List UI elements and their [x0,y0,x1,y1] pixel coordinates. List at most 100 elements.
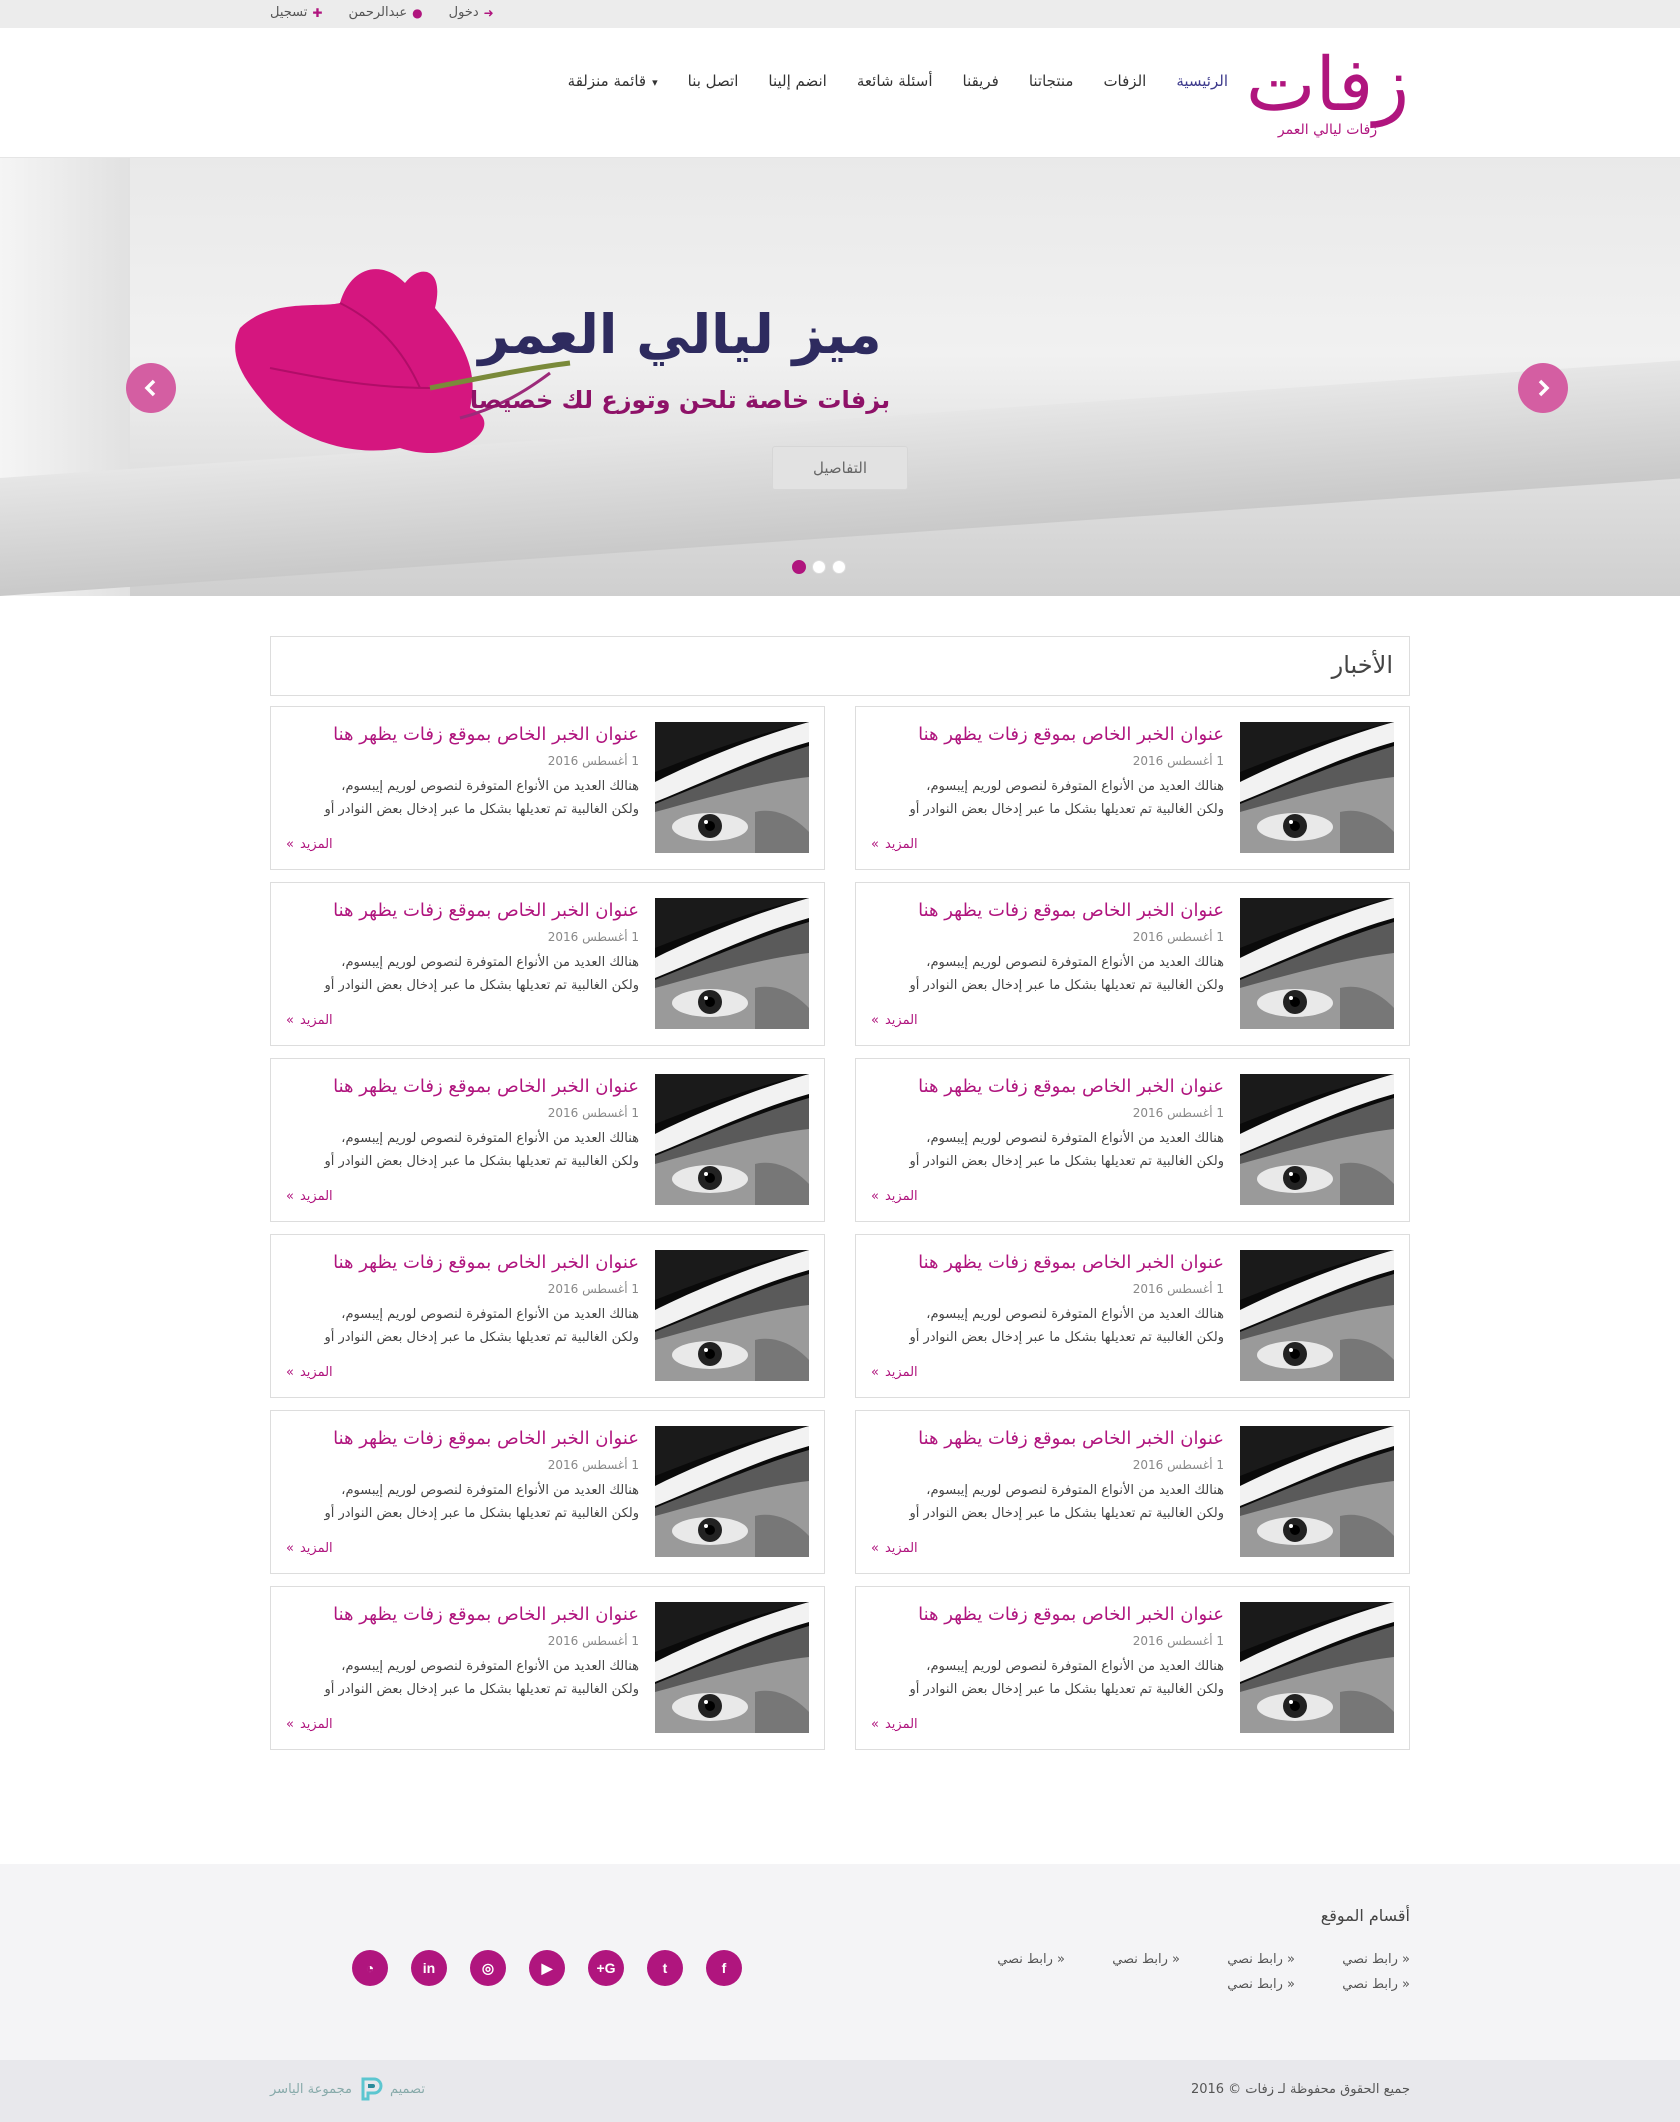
news-thumbnail[interactable] [655,898,809,1029]
news-thumbnail[interactable] [655,1074,809,1205]
news-more-link[interactable]: المزيد » [871,1541,918,1556]
news-card[interactable]: عنوان الخبر الخاص بموقع زفات يظهر هنا 1 أ… [855,1234,1410,1398]
news-card[interactable]: عنوان الخبر الخاص بموقع زفات يظهر هنا 1 أ… [855,1586,1410,1750]
news-more-link[interactable]: المزيد » [871,1717,918,1732]
news-thumbnail[interactable] [1240,1250,1394,1381]
slider-dot-active[interactable] [792,560,806,574]
nav-dropdown[interactable]: قائمة منزلقة [568,72,658,90]
news-card[interactable]: عنوان الخبر الخاص بموقع زفات يظهر هنا 1 أ… [855,1058,1410,1222]
slider-prev-button[interactable] [126,363,176,413]
footer-link[interactable]: « رابط نصي [950,1952,1065,1967]
user-plus-icon: ✚ [312,5,323,20]
footer-link[interactable]: « رابط نصي [1295,1977,1410,1992]
nav-team[interactable]: فريقنا [963,72,999,90]
news-title[interactable]: عنوان الخبر الخاص بموقع زفات يظهر هنا [884,1073,1224,1101]
news-thumbnail[interactable] [1240,1426,1394,1557]
news-excerpt: هنالك العديد من الأنواع المتوفرة لنصوص ل… [884,1303,1224,1349]
instagram-icon[interactable]: ◎ [470,1950,506,1986]
news-title[interactable]: عنوان الخبر الخاص بموقع زفات يظهر هنا [299,897,639,925]
footer-link-label: رابط نصي [1342,1977,1398,1992]
news-body: عنوان الخبر الخاص بموقع زفات يظهر هنا 1 أ… [884,1425,1224,1525]
footer-link[interactable]: « رابط نصي [1180,1952,1295,1967]
news-title[interactable]: عنوان الخبر الخاص بموقع زفات يظهر هنا [299,1425,639,1453]
news-thumbnail[interactable] [655,1602,809,1733]
news-thumbnail[interactable] [1240,722,1394,853]
news-card[interactable]: عنوان الخبر الخاص بموقع زفات يظهر هنا 1 أ… [270,1058,825,1222]
news-more-link[interactable]: المزيد » [286,1365,333,1380]
slider-dot[interactable] [812,560,826,574]
register-link[interactable]: تسجيل ✚ [270,5,322,20]
news-more-link[interactable]: المزيد » [871,1189,918,1204]
main-nav: الرئيسية الزفات منتجاتنا فريقنا أسئلة شا… [568,72,1228,90]
slider-dot[interactable] [832,560,846,574]
news-body: عنوان الخبر الخاص بموقع زفات يظهر هنا 1 أ… [884,1601,1224,1701]
site-header: زفات زفات ليالي العمر الرئيسية الزفات من… [0,28,1680,158]
news-excerpt-line: ولكن الغالبية تم تعديلها بشكل ما عبر إدخ… [909,1330,1224,1345]
news-more-link[interactable]: المزيد » [286,1717,333,1732]
news-thumbnail[interactable] [655,722,809,853]
news-thumbnail[interactable] [655,1250,809,1381]
copyright-text: جميع الحقوق محفوظة لـ زفات © 2016 [1190,2082,1410,2097]
news-title[interactable]: عنوان الخبر الخاص بموقع زفات يظهر هنا [299,721,639,749]
twitter-icon[interactable]: t [647,1950,683,1986]
news-more-link[interactable]: المزيد » [286,1013,333,1028]
news-more-label: المزيد [299,1189,333,1204]
slider-next-button[interactable] [1518,363,1568,413]
news-excerpt-line: هنالك العديد من الأنواع المتوفرة لنصوص ل… [926,955,1224,970]
youtube-icon[interactable]: ▶ [529,1950,565,1986]
news-body: عنوان الخبر الخاص بموقع زفات يظهر هنا 1 أ… [884,721,1224,821]
news-thumbnail[interactable] [1240,1602,1394,1733]
footer-link[interactable]: « رابط نصي [1065,1952,1180,1967]
news-title[interactable]: عنوان الخبر الخاص بموقع زفات يظهر هنا [884,1425,1224,1453]
site-logo[interactable]: زفات زفات ليالي العمر [1245,40,1410,138]
news-excerpt: هنالك العديد من الأنواع المتوفرة لنصوص ل… [884,1479,1224,1525]
designer-name: مجموعة الياسر [270,2081,352,2097]
footer-link[interactable]: « رابط نصي [1180,1977,1295,1992]
news-card[interactable]: عنوان الخبر الخاص بموقع زفات يظهر هنا 1 أ… [270,1586,825,1750]
news-title[interactable]: عنوان الخبر الخاص بموقع زفات يظهر هنا [884,1601,1224,1629]
news-excerpt-line: ولكن الغالبية تم تعديلها بشكل ما عبر إدخ… [324,978,639,993]
nav-zaffat[interactable]: الزفات [1103,72,1146,90]
nav-products[interactable]: منتجاتنا [1029,72,1074,90]
nav-join[interactable]: انضم إلينا [768,72,826,90]
news-more-link[interactable]: المزيد » [286,837,333,852]
news-card[interactable]: عنوان الخبر الخاص بموقع زفات يظهر هنا 1 أ… [855,882,1410,1046]
news-card[interactable]: عنوان الخبر الخاص بموقع زفات يظهر هنا 1 أ… [270,706,825,870]
news-title[interactable]: عنوان الخبر الخاص بموقع زفات يظهر هنا [884,1249,1224,1277]
nav-faq[interactable]: أسئلة شائعة [857,72,933,90]
footer-link[interactable]: « رابط نصي [1295,1952,1410,1967]
news-more-link[interactable]: المزيد » [871,837,918,852]
double-chevron-left-icon: » [871,1365,879,1380]
news-card[interactable]: عنوان الخبر الخاص بموقع زفات يظهر هنا 1 أ… [270,882,825,1046]
nav-contact[interactable]: اتصل بنا [688,72,739,90]
footer-sections-title: أقسام الموقع [1320,1906,1410,1925]
news-title[interactable]: عنوان الخبر الخاص بموقع زفات يظهر هنا [884,721,1224,749]
news-title[interactable]: عنوان الخبر الخاص بموقع زفات يظهر هنا [299,1601,639,1629]
user-link[interactable]: عبدالرحمن ● [348,5,422,20]
news-title[interactable]: عنوان الخبر الخاص بموقع زفات يظهر هنا [299,1249,639,1277]
news-thumbnail[interactable] [655,1426,809,1557]
news-card[interactable]: عنوان الخبر الخاص بموقع زفات يظهر هنا 1 أ… [855,1410,1410,1574]
designer-credit[interactable]: تصميم مجموعة الياسر [270,2076,425,2102]
news-more-link[interactable]: المزيد » [286,1189,333,1204]
footer-link-label: رابط نصي [997,1952,1053,1967]
news-card[interactable]: عنوان الخبر الخاص بموقع زفات يظهر هنا 1 أ… [270,1410,825,1574]
news-title[interactable]: عنوان الخبر الخاص بموقع زفات يظهر هنا [299,1073,639,1101]
news-more-link[interactable]: المزيد » [871,1013,918,1028]
linkedin-icon[interactable]: in [411,1950,447,1986]
rss-icon[interactable]: ◔ [352,1950,388,1986]
double-chevron-left-icon: » [871,1541,879,1556]
news-excerpt-line: هنالك العديد من الأنواع المتوفرة لنصوص ل… [926,1659,1224,1674]
nav-home[interactable]: الرئيسية [1176,72,1228,90]
news-thumbnail[interactable] [1240,1074,1394,1205]
news-more-link[interactable]: المزيد » [286,1541,333,1556]
slide-details-button[interactable]: التفاصيل [772,446,908,490]
facebook-icon[interactable]: f [706,1950,742,1986]
login-link[interactable]: دخول ➜ [449,5,494,20]
news-thumbnail[interactable] [1240,898,1394,1029]
news-card[interactable]: عنوان الخبر الخاص بموقع زفات يظهر هنا 1 أ… [270,1234,825,1398]
google-plus-icon[interactable]: G+ [588,1950,624,1986]
news-card[interactable]: عنوان الخبر الخاص بموقع زفات يظهر هنا 1 أ… [855,706,1410,870]
news-title[interactable]: عنوان الخبر الخاص بموقع زفات يظهر هنا [884,897,1224,925]
news-more-link[interactable]: المزيد » [871,1365,918,1380]
